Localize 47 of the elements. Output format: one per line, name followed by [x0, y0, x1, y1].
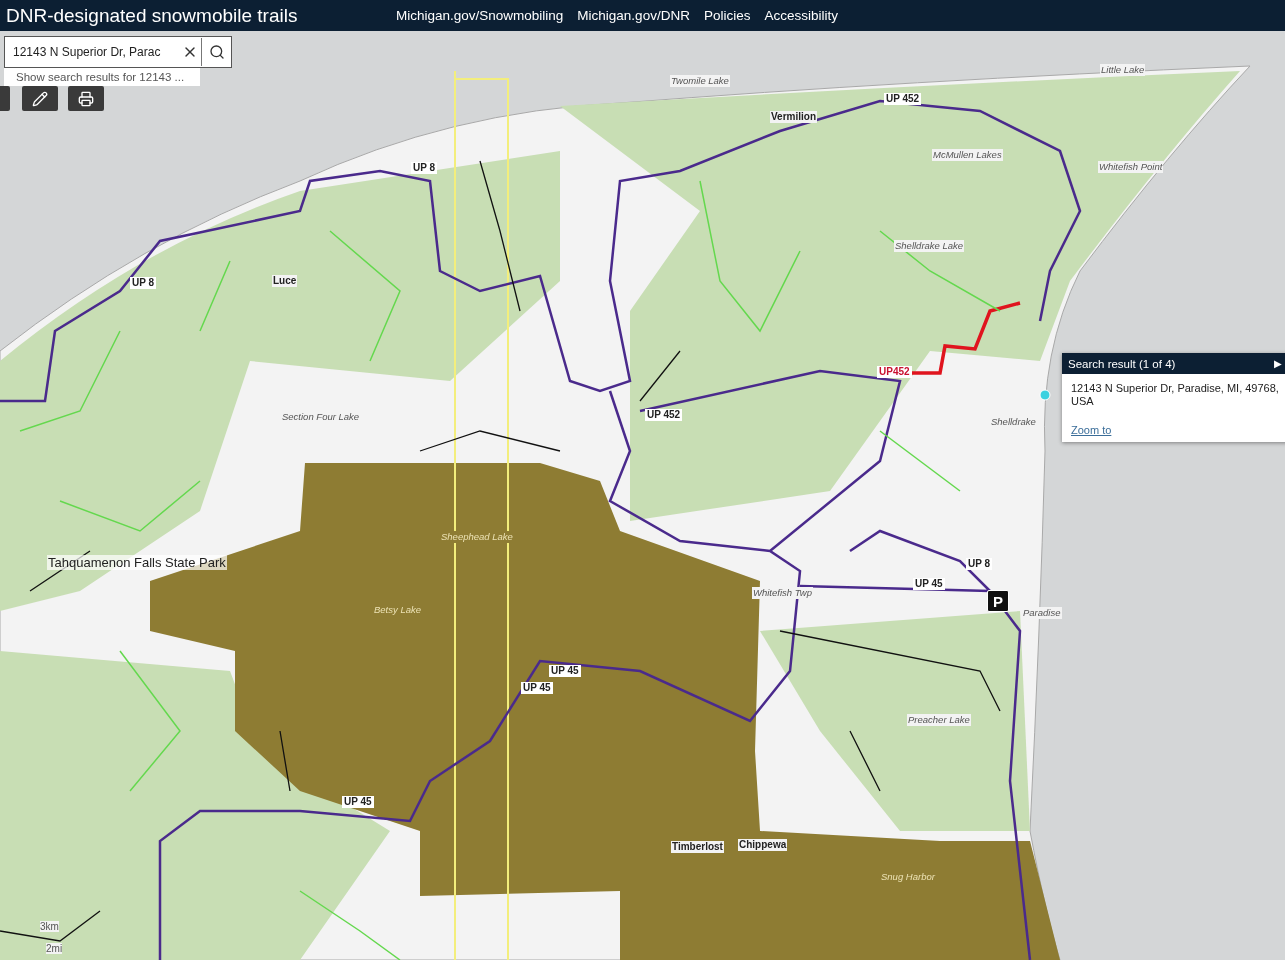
trail-label: UP452 [877, 366, 912, 378]
address-text: 12143 N Superior Dr, Paradise, MI, 49768, USA [1071, 382, 1280, 408]
map-label: Sheephead Lake [440, 531, 514, 543]
popup-title: Search result (1 of 4) [1068, 357, 1176, 370]
header-link[interactable]: Michigan.gov/DNR [577, 8, 690, 23]
map-label: Whitefish Point [1098, 161, 1164, 173]
map-label: McMullen Lakes [932, 149, 1003, 161]
map-label: Chippewa [738, 839, 788, 851]
zoom-to-link[interactable]: Zoom to [1071, 424, 1112, 436]
search-suggestion[interactable]: Show search results for 12143 ... [4, 68, 200, 86]
map-label: Twomile Lake [670, 75, 730, 87]
scale-label: 3km [40, 921, 59, 932]
trail-label: UP 45 [549, 665, 581, 677]
scale-label: 2mi [46, 943, 63, 954]
map-label: Whitefish Twp [752, 587, 813, 599]
draw-button[interactable] [22, 86, 58, 111]
pencil-icon [32, 90, 48, 107]
trail-label: UP 452 [645, 409, 683, 421]
header-link[interactable]: Accessibility [764, 8, 838, 23]
map-label: Vermilion [770, 111, 817, 123]
printer-icon [78, 90, 94, 107]
map-label: Paradise [1022, 607, 1062, 619]
app-title: DNR-designated snowmobile trails [6, 4, 299, 27]
map-label: Snug Harbor [880, 871, 936, 883]
map-label: Shelldrake [990, 416, 1037, 428]
search-field[interactable]: 12143 N Superior Dr, Parac [4, 36, 232, 68]
parking-marker: P [987, 590, 1009, 612]
map-label: Timberlost [671, 841, 724, 853]
map-label: Section Four Lake [281, 411, 361, 423]
trail-label: UP 8 [411, 162, 438, 174]
header-link[interactable]: Policies [703, 8, 751, 23]
trail-label: UP 452 [884, 93, 922, 105]
trail-label: UP 45 [342, 796, 374, 808]
trail-label: UP 8 [130, 277, 157, 289]
map-label: Little Lake [1100, 64, 1146, 76]
map-label: Betsy Lake [373, 604, 422, 616]
search-icon [208, 44, 225, 60]
header-link[interactable]: Michigan.gov/Snowmobiling [396, 8, 564, 23]
next-button[interactable]: ▶ [1274, 358, 1282, 369]
map-label: Luce [272, 275, 298, 287]
map-label: Tahquamenon Falls State Park [47, 555, 227, 570]
map-label: Shelldrake Lake [894, 240, 965, 252]
trail-label: UP 45 [521, 682, 553, 694]
trail-label: UP 45 [913, 578, 945, 590]
print-button[interactable] [68, 86, 104, 111]
map-label: Preacher Lake [907, 714, 971, 726]
trail-label: UP 8 [966, 558, 993, 570]
